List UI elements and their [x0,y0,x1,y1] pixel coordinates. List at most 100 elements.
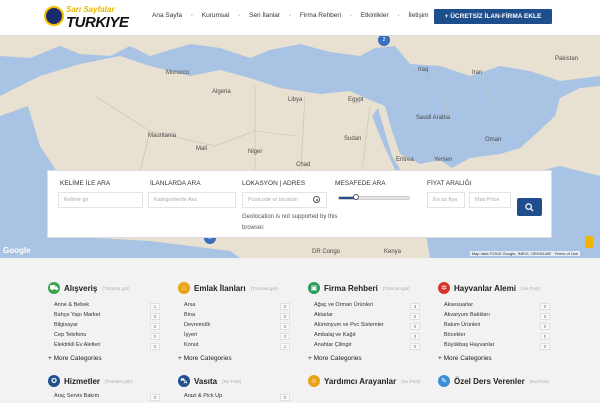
location-label: LOKASYON | ADRES [242,180,306,187]
category-title-text: Firma Rehberi [324,284,378,293]
site-logo[interactable]: Sarı Sayfalar TURKIYE [44,5,136,32]
geolocation-note: Geolocation is not supported by this bro… [242,214,338,231]
category-title-text: Alışveriş [64,284,98,293]
list-item-label: Konut [184,342,199,348]
map-label: Sudan [344,136,362,142]
count-badge: 0 [540,323,550,330]
count-badge: 0 [540,333,550,340]
view-all-link[interactable]: (Tümünü gör) [105,379,132,384]
list-item-label: Bakım Ürünleri [444,322,481,328]
count-badge: 1 [280,343,290,350]
category-title-text: Yardımcı Arayanlar [324,377,397,386]
list-item[interactable]: Alüminyum ve Pvc Sistemler 0 [308,322,426,332]
category-block-helpers: ☺ Yardımcı Arayanlar (No Post) [308,375,426,389]
nav-separator: • [350,13,352,19]
car-icon: ⛍ [178,375,190,387]
list-item[interactable]: Araç Servis Bakım 0 [48,393,166,403]
category-title-text: Emlak İlanları [194,284,246,293]
category-block-real-estate: ⌂ Emlak İlanları (Tümünü gör) Arsa 0 Bina 0… [178,282,296,362]
distance-label: MESAFEDE ARA [335,180,386,187]
more-categories-link[interactable]: + More Categories [308,355,426,362]
more-categories-link[interactable]: + More Categories [48,355,166,362]
list-item[interactable]: Bakım Ürünleri 0 [438,322,556,332]
view-all-link[interactable]: (No Post) [401,379,420,384]
view-all-link[interactable]: (No Post) [222,379,241,384]
list-item[interactable]: Böcekler 0 [438,332,556,342]
category-title[interactable]: Emlak İlanları (Tümünü gör) [194,284,278,293]
list-item[interactable]: Anahtar Çilingir 0 [308,342,426,352]
map-label: Iraq [418,67,429,73]
list-item[interactable]: Bina 0 [178,312,296,322]
view-all-link[interactable]: (No Post) [530,379,549,384]
view-all-link[interactable]: (Tümünü gör) [102,286,129,291]
map-label: DR Congo [312,249,341,255]
more-categories-link[interactable]: + More Categories [438,355,556,362]
list-item[interactable]: Devremülk 0 [178,322,296,332]
google-logo: Google [3,246,31,255]
list-item-label: İşyeri [184,332,198,338]
site-header: Sarı Sayfalar TURKIYE Ana Sayfa • Kurumsa… [0,0,600,36]
count-badge: 0 [540,343,550,350]
nav-home[interactable]: Ana Sayfa [152,12,182,21]
list-item[interactable]: Ağaç ve Orman Ürünleri 3 [308,302,426,312]
category-title[interactable]: Yardımcı Arayanlar (No Post) [324,377,420,386]
category-title[interactable]: Vasıta (No Post) [194,377,241,386]
category-title[interactable]: Özel Ders Verenler (No Post) [454,377,549,386]
map-label: Pakistan [555,56,579,62]
category-title[interactable]: Hizmetler (Tümünü gör) [64,377,132,386]
street-view-pegman-icon[interactable] [585,236,593,248]
list-item[interactable]: Büyükbaş Hayvanlar 0 [438,342,556,352]
count-badge: 0 [150,313,160,320]
nav-classifieds[interactable]: Seri İlanlar [249,12,280,21]
list-item[interactable]: Arsa 0 [178,302,296,312]
category-block-shopping: ⛟ Alışveriş (Tümünü gör) Anne & Bebek 1 Ba… [48,282,166,362]
search-button[interactable] [517,198,542,216]
count-badge: 0 [410,313,420,320]
globe-logo-icon [44,6,64,26]
distance-slider-handle[interactable] [353,194,359,200]
count-badge: 0 [150,333,160,340]
map-label: Niger [248,149,263,155]
view-all-link[interactable]: (Tümünü gör) [383,286,410,291]
keyword-label: KELİME İLE ARA [60,180,111,187]
list-item[interactable]: Elektrikli Ev Aletleri 0 [48,342,166,352]
list-item[interactable]: Ambalaj ve Kağıt 0 [308,332,426,342]
view-all-link[interactable]: (No Post) [521,286,540,291]
list-item[interactable]: Cep Telefonu 0 [48,332,166,342]
list-item[interactable]: Bilgisayar 0 [48,322,166,332]
map-label: Libya [288,97,303,103]
distance-slider[interactable] [338,194,410,200]
keyword-input[interactable]: Kelime gir [58,192,143,208]
list-item[interactable]: Aktarlar 0 [308,312,426,322]
list-item[interactable]: Aksesuarlar 0 [438,302,556,312]
category-input[interactable]: Kategorilerde Ara [148,192,236,208]
main-nav: Ana Sayfa • Kurumsal • Seri İlanlar • Firma… [152,12,429,21]
category-block-vehicles: ⛍ Vasıta (No Post) Arazi & Pick Up 0 [178,375,296,403]
nav-contact[interactable]: İletişim [408,12,428,21]
list-item-label: Anahtar Çilingir [314,342,352,348]
list-item[interactable]: Akvaryum Balıkları 0 [438,312,556,322]
nav-corporate[interactable]: Kurumsal [202,12,229,21]
geolocate-icon[interactable] [313,196,320,203]
terms-link[interactable]: Terms of Use [554,251,578,256]
list-item[interactable]: İşyeri 0 [178,332,296,342]
view-all-link[interactable]: (Tümünü gör) [251,286,278,291]
more-categories-link[interactable]: + More Categories [178,355,296,362]
list-item[interactable]: Bahçe Yapı Market 0 [48,312,166,322]
list-item[interactable]: Konut 1 [178,342,296,352]
list-item[interactable]: Anne & Bebek 1 [48,302,166,312]
price-min-input[interactable]: En az fiya [427,192,465,208]
map-attribution[interactable]: Map data ©2015 Google, INEGI, ORION-ME T… [469,251,580,256]
category-title[interactable]: Hayvanlar Alemi (No Post) [454,284,540,293]
list-item[interactable]: Arazi & Pick Up 0 [178,393,296,403]
count-badge: 0 [150,343,160,350]
nav-events[interactable]: Etkinlikler [361,12,389,21]
list-item-label: Arazi & Pick Up [184,393,223,399]
price-max-input[interactable]: Max Price [469,192,511,208]
category-title[interactable]: Alışveriş (Tümünü gör) [64,284,130,293]
add-listing-button[interactable]: + ÜCRETSİZ İLAN-FİRMA EKLE [434,9,552,24]
list-item-label: Araç Servis Bakım [54,393,100,399]
nav-directory[interactable]: Firma Rehberi [300,12,341,21]
category-title[interactable]: Firma Rehberi (Tümünü gör) [324,284,410,293]
list-item-label: Cep Telefonu [54,332,87,338]
